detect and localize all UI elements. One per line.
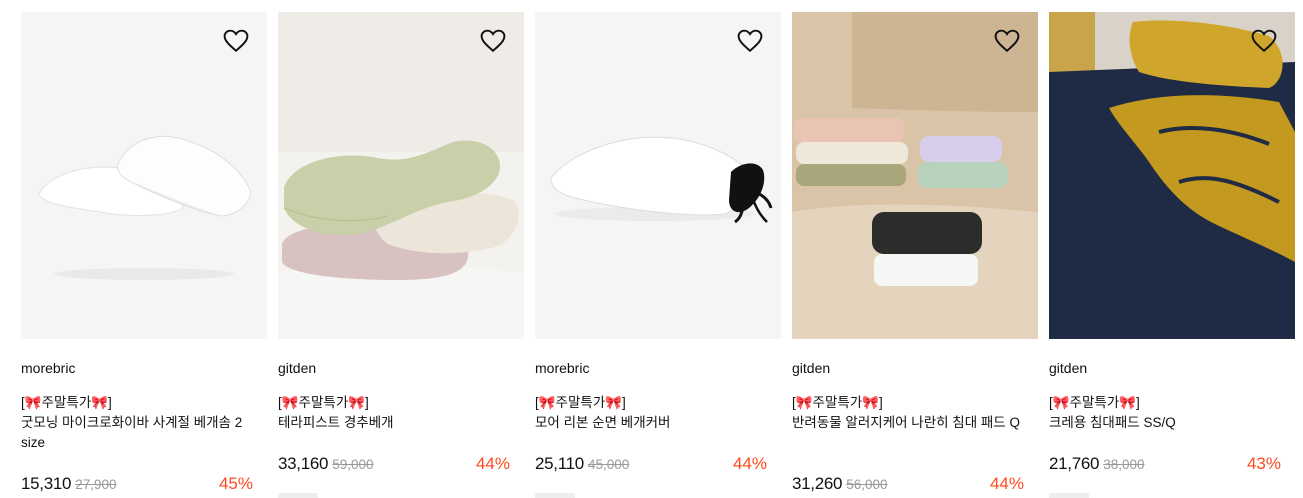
product-name: 반려동물 알러지케어 나란히 침대 패드 Q: [792, 415, 1020, 430]
product-card[interactable]: morebric [🎀주말특가🎀] 모어 리본 순면 베개커버 25,110 45…: [535, 12, 781, 498]
price-row: 21,760 38,000 43%: [1049, 454, 1281, 476]
original-price: 38,000: [1103, 457, 1145, 472]
price-row: 33,160 59,000 44%: [278, 454, 510, 476]
discount-rate: 44%: [475, 454, 510, 473]
price-row: 31,260 56,000 44%: [792, 474, 1024, 496]
product-image[interactable]: [535, 12, 781, 339]
sale-price: 15,310: [21, 474, 72, 493]
brand-name[interactable]: morebric: [21, 360, 75, 376]
discount-rate: 45%: [218, 474, 253, 493]
tag-badge: [535, 493, 575, 498]
original-price: 59,000: [332, 457, 374, 472]
product-name: 테라피스트 경추베개: [278, 415, 394, 430]
tag-badge: [1049, 493, 1089, 498]
product-name: 굿모닝 마이크로화이바 사계절 베개솜 2 size: [21, 415, 243, 450]
bed-pad-illustration: [1049, 12, 1295, 339]
product-title[interactable]: [🎀주말특가🎀] 모어 리본 순면 베개커버: [535, 393, 775, 433]
promo-label: [🎀주말특가🎀]: [21, 395, 112, 410]
product-title[interactable]: [🎀주말특가🎀] 크레용 침대패드 SS/Q: [1049, 393, 1289, 433]
heart-icon[interactable]: [223, 29, 249, 53]
heart-icon[interactable]: [1251, 29, 1277, 53]
heart-icon[interactable]: [737, 29, 763, 53]
heart-icon[interactable]: [480, 29, 506, 53]
product-card[interactable]: morebric [🎀주말특가🎀] 굿모닝 마이크로화이바 사계절 베개솜 2 …: [21, 12, 267, 498]
heart-icon[interactable]: [994, 29, 1020, 53]
neck-pillow-illustration: [278, 12, 524, 339]
promo-label: [🎀주말특가🎀]: [1049, 395, 1140, 410]
product-image[interactable]: [792, 12, 1038, 339]
product-title[interactable]: [🎀주말특가🎀] 테라피스트 경추베개: [278, 393, 518, 433]
promo-label: [🎀주말특가🎀]: [535, 395, 626, 410]
price-row: 15,310 27,900 45%: [21, 474, 253, 496]
promo-label: [🎀주말특가🎀]: [792, 395, 883, 410]
discount-rate: 44%: [989, 474, 1024, 493]
product-image[interactable]: [21, 12, 267, 339]
product-card[interactable]: gitden [🎀주말특가🎀] 반려동물 알러지케어 나란히 침대 패드 Q 3…: [792, 12, 1038, 498]
original-price: 45,000: [587, 457, 630, 472]
product-title[interactable]: [🎀주말특가🎀] 반려동물 알러지케어 나란히 침대 패드 Q: [792, 393, 1032, 433]
product-card[interactable]: gitden [🎀주말특가🎀] 크레용 침대패드 SS/Q 21,760 38,0…: [1049, 12, 1295, 498]
original-price: 56,000: [846, 477, 888, 492]
brand-name[interactable]: gitden: [278, 360, 316, 376]
original-price: 27,900: [75, 477, 117, 492]
sale-price: 25,110: [535, 454, 584, 473]
product-image[interactable]: [278, 12, 524, 339]
promo-label: [🎀주말특가🎀]: [278, 395, 369, 410]
pillows-illustration: [38, 135, 252, 280]
product-name: 크레용 침대패드 SS/Q: [1049, 415, 1176, 430]
sale-price: 33,160: [278, 454, 329, 473]
price-row: 25,110 45,000 44%: [535, 454, 767, 476]
product-title[interactable]: [🎀주말특가🎀] 굿모닝 마이크로화이바 사계절 베개솜 2 size: [21, 393, 261, 453]
brand-name[interactable]: morebric: [535, 360, 589, 376]
discount-rate: 44%: [732, 454, 767, 473]
product-image[interactable]: [1049, 12, 1295, 339]
bed-pads-illustration: [792, 12, 1038, 339]
product-name: 모어 리본 순면 베개커버: [535, 415, 671, 430]
brand-name[interactable]: gitden: [1049, 360, 1087, 376]
product-card[interactable]: gitden [🎀주말특가🎀] 테라피스트 경추베개 33,160 59,000 …: [278, 12, 524, 498]
tag-badge: [278, 493, 318, 498]
discount-rate: 43%: [1246, 454, 1281, 473]
sale-price: 31,260: [792, 474, 843, 493]
pillow-cover-illustration: [550, 136, 773, 224]
brand-name[interactable]: gitden: [792, 360, 830, 376]
product-grid: morebric [🎀주말특가🎀] 굿모닝 마이크로화이바 사계절 베개솜 2 …: [21, 12, 1295, 498]
sale-price: 21,760: [1049, 454, 1100, 473]
